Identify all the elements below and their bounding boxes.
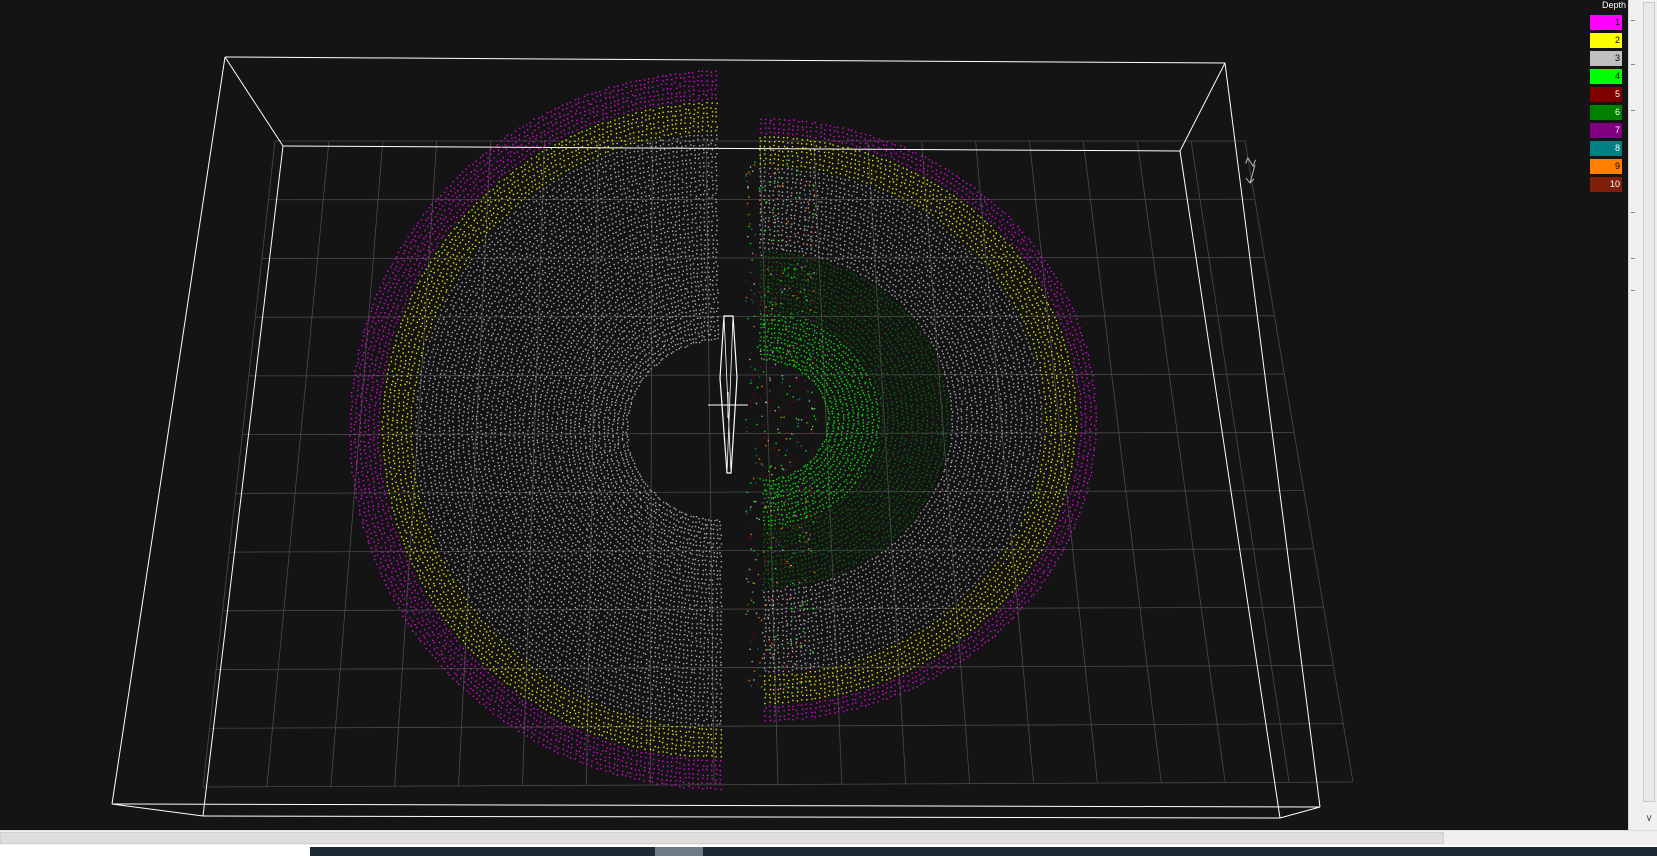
legend-item-depth-10[interactable]: 10 [1590, 177, 1622, 192]
box-edge [224, 56, 1226, 64]
legend-item-depth-4[interactable]: 4 [1590, 69, 1622, 84]
horizontal-scroll-thumb[interactable] [0, 832, 1444, 844]
grid-line [458, 140, 491, 786]
box-edge [111, 803, 1321, 808]
grid-line [1136, 140, 1226, 783]
box-edge [1179, 62, 1226, 152]
vertical-scroll-thumb[interactable] [1643, 2, 1655, 802]
vertical-scrollbar[interactable]: ∨ [1628, 0, 1657, 830]
grid-line [585, 140, 599, 786]
z-axis-label: Z [1242, 156, 1259, 169]
point-series [381, 102, 1078, 758]
point-series [349, 70, 1098, 791]
box-edge [224, 56, 284, 147]
scroll-tick [1631, 212, 1635, 213]
grid-line [202, 140, 276, 788]
taskbar-strip [310, 847, 1657, 856]
grid-line [1190, 140, 1290, 783]
sonar-point-cloud [349, 70, 1098, 791]
grid-line [759, 140, 779, 785]
grid-line [1244, 140, 1354, 783]
depth-legend: Depth 1 2 3 4 5 6 7 8 9 10 [1580, 0, 1628, 200]
box-edge [1179, 150, 1281, 819]
legend-item-depth-5[interactable]: 5 [1590, 87, 1622, 102]
legend-item-depth-7[interactable]: 7 [1590, 123, 1622, 138]
horizontal-scrollbar[interactable] [0, 830, 1657, 845]
box-edge [202, 815, 1281, 819]
scroll-tick [1631, 258, 1635, 259]
grid-line [1029, 140, 1098, 784]
legend-item-depth-1[interactable]: 1 [1590, 15, 1622, 30]
grid-line [394, 140, 438, 787]
grid-line [649, 140, 653, 786]
grid-line [813, 140, 843, 785]
box-edge [1279, 806, 1321, 819]
grid-line [261, 257, 1265, 259]
3d-viewport[interactable]: Z Depth 1 2 3 4 5 6 7 8 9 10 [0, 0, 1628, 830]
box-edge [1224, 62, 1321, 808]
box-edge [111, 803, 204, 817]
scroll-tick [1631, 20, 1635, 21]
app-window: Z Depth 1 2 3 4 5 6 7 8 9 10 ∨ [0, 0, 1657, 856]
legend-title: Depth [1602, 0, 1627, 10]
scroll-tick [1631, 64, 1635, 65]
scroll-down-icon[interactable]: ∨ [1643, 812, 1655, 826]
legend-item-depth-9[interactable]: 9 [1590, 159, 1622, 174]
scroll-tick [1631, 290, 1635, 291]
box-edge [282, 145, 1181, 152]
3d-scene[interactable]: Z [0, 0, 1628, 830]
box-edge [202, 145, 284, 817]
taskbar-active-marker[interactable] [655, 847, 703, 856]
bounding-box [111, 56, 1321, 819]
grid-line [266, 140, 330, 787]
legend-item-depth-2[interactable]: 2 [1590, 33, 1622, 48]
legend-item-depth-3[interactable]: 3 [1590, 51, 1622, 66]
legend-item-depth-8[interactable]: 8 [1590, 141, 1622, 156]
sensor-model [708, 315, 748, 474]
north-arrow-icon: Z [1242, 156, 1259, 184]
legend-item-depth-6[interactable]: 6 [1590, 105, 1622, 120]
scroll-tick [1631, 110, 1635, 111]
point-series [746, 162, 817, 691]
grid-line [1082, 140, 1162, 783]
point-series [745, 173, 816, 690]
box-edge [111, 56, 226, 805]
